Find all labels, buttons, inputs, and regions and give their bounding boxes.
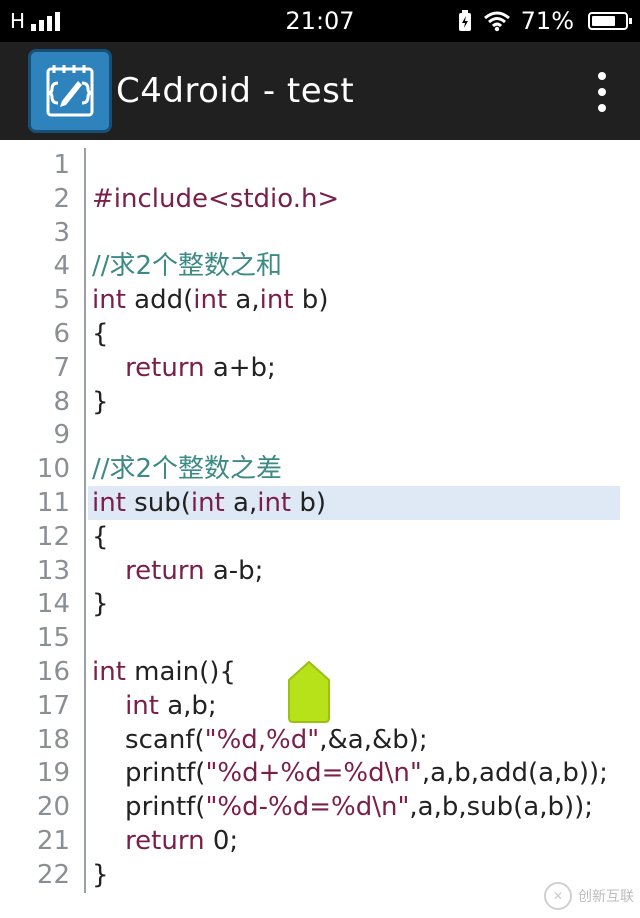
code-line[interactable]: 12 {: [0, 520, 640, 554]
line-number: 15: [36, 623, 70, 654]
code-line[interactable]: 6{: [0, 317, 640, 351]
app-title: C4droid - test: [116, 71, 355, 111]
code-line[interactable]: 3: [0, 216, 640, 250]
code-line[interactable]: 15: [0, 621, 640, 655]
line-number: 20: [36, 792, 70, 823]
line-number: 22: [36, 859, 70, 890]
watermark-text: 创新互联: [578, 889, 634, 905]
line-number: 10: [36, 454, 70, 485]
line-number: 19: [36, 758, 70, 789]
line-number: 9: [53, 420, 70, 451]
line-number: 7: [53, 352, 70, 383]
line-number: 3: [53, 217, 70, 248]
line-text: }: [92, 859, 109, 890]
battery-icon: [588, 12, 632, 30]
signal-area: H: [10, 9, 170, 33]
line-number: 18: [36, 724, 70, 755]
network-type: H: [10, 9, 26, 33]
line-text: return 0;: [125, 826, 239, 856]
line-text: {: [92, 319, 109, 349]
app-bar: C4droid - test: [0, 42, 640, 140]
code-line[interactable]: 9: [0, 418, 640, 452]
code-line[interactable]: 5 int add(int a,int b): [0, 283, 640, 317]
line-number: 4: [53, 251, 70, 282]
line-number: 2: [53, 183, 70, 214]
line-text: int main(){: [92, 657, 236, 687]
watermark: ✕ 创新互联: [544, 882, 634, 910]
line-number: 11: [36, 488, 70, 518]
line-text: int add(int a,int b): [92, 285, 329, 316]
code-line[interactable]: 7 return a+b;: [0, 351, 640, 385]
line-number: 6: [53, 319, 70, 349]
code-line[interactable]: 13 return a-b;: [0, 554, 640, 588]
line-text: #include<stdio.h>: [92, 183, 340, 214]
line-text: int sub(int a,int b): [92, 488, 327, 518]
line-text: printf("%d-%d=%d\n",a,b,sub(a,b));: [92, 792, 594, 823]
code-line[interactable]: 14}: [0, 587, 640, 621]
battery-percent: 71%: [520, 7, 574, 35]
overflow-menu-icon[interactable]: [592, 72, 612, 112]
code-line[interactable]: 4 //求2个整数之和: [0, 249, 640, 283]
line-text: //求2个整数之差: [92, 454, 283, 485]
line-text: int a,b;: [125, 690, 217, 721]
status-bar: H 21:07 71%: [0, 0, 640, 42]
status-icons: 71%: [457, 7, 632, 35]
line-number: 21: [36, 826, 70, 856]
line-text: return a-b;: [125, 555, 264, 586]
line-text: {: [92, 521, 109, 552]
battery-level: [592, 16, 615, 26]
code-line[interactable]: 11 int sub(int a,int b): [37, 486, 620, 520]
code-line[interactable]: 19 printf("%d+%d=%d\n",a,b,add(a,b));: [0, 756, 640, 790]
notepad-code-icon[interactable]: [28, 49, 112, 133]
code-line[interactable]: 21 return 0;: [0, 824, 640, 858]
line-number: 1: [53, 150, 70, 180]
cursor-drag-handle[interactable]: [286, 660, 332, 724]
signal-icon: [31, 11, 61, 31]
code-line[interactable]: 10 //求2个整数之差: [0, 452, 640, 486]
line-text: printf("%d+%d=%d\n",a,b,add(a,b));: [92, 758, 608, 789]
line-number: 13: [36, 555, 70, 586]
line-number: 16: [36, 657, 70, 687]
line-number: 17: [36, 690, 70, 721]
line-text: scanf("%d,%d",&a,&b);: [92, 724, 428, 755]
code-line[interactable]: 18 scanf("%d,%d",&a,&b);: [0, 723, 640, 757]
line-text: }: [92, 386, 109, 417]
wifi-icon: [483, 11, 510, 32]
code-line[interactable]: 2 #include<stdio.h>: [0, 182, 640, 216]
charging-icon: [458, 10, 471, 31]
line-number: 8: [53, 386, 70, 417]
line-text: }: [92, 589, 109, 620]
line-number: 14: [36, 589, 70, 620]
watermark-logo-icon: ✕: [544, 882, 572, 910]
line-number: 5: [53, 285, 70, 316]
line-number: 12: [36, 521, 70, 552]
line-text: return a+b;: [125, 352, 276, 383]
code-line[interactable]: 20 printf("%d-%d=%d\n",a,b,sub(a,b));: [0, 790, 640, 824]
code-line[interactable]: 8}: [0, 385, 640, 419]
code-line[interactable]: 1: [0, 148, 640, 182]
line-text: //求2个整数之和: [92, 251, 283, 282]
code-editor[interactable]: 1 2 #include<stdio.h> 3 4 //求2个整数之和 5 int add(i…: [0, 148, 640, 918]
